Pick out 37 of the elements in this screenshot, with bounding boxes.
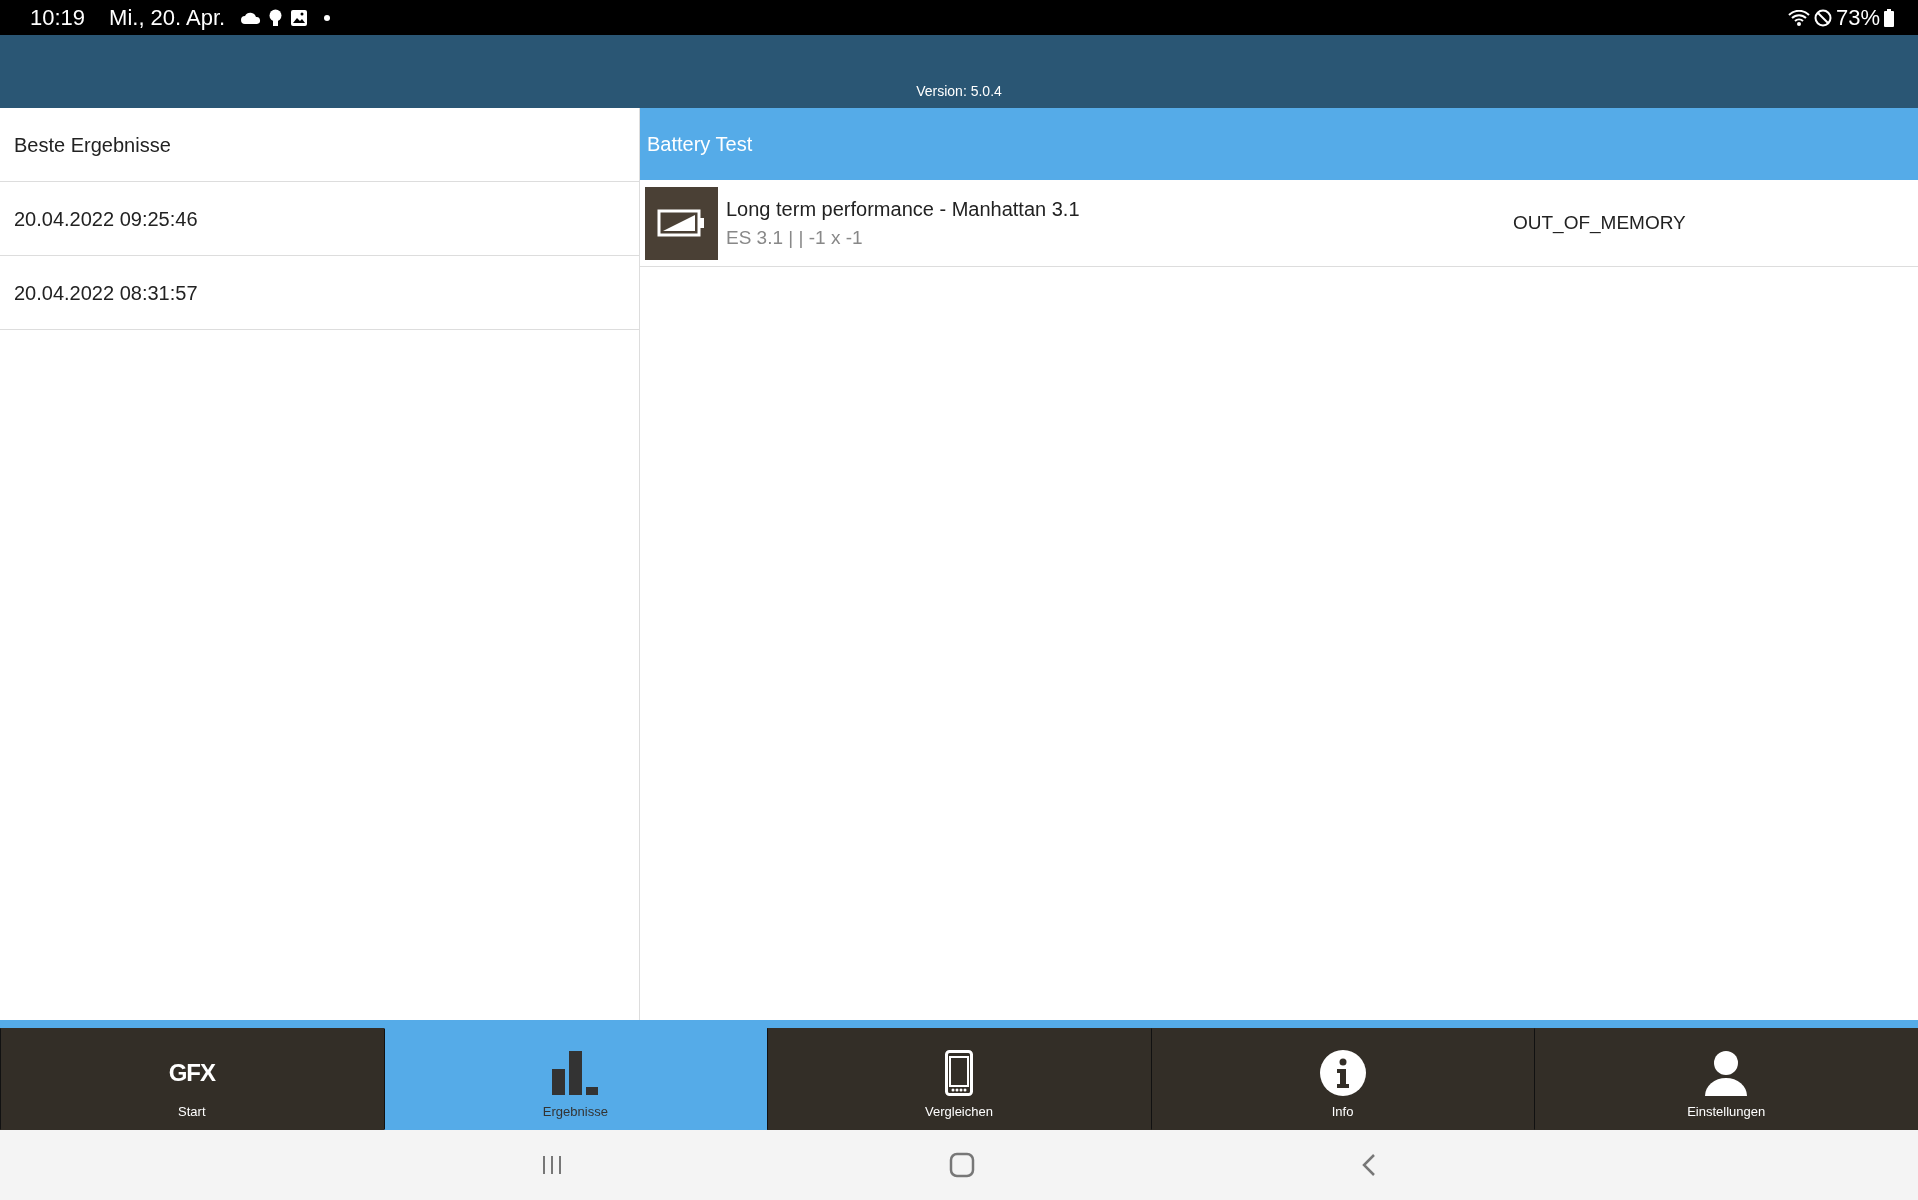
clock: 10:19 — [30, 4, 86, 32]
tab[interactable]: GFX Start — [0, 1028, 384, 1130]
bar-chart-icon — [552, 1051, 599, 1095]
result-list-item[interactable]: 20.04.2022 09:25:46 — [0, 182, 639, 256]
back-button[interactable] — [1361, 1153, 1377, 1177]
logo-text: GFX — [168, 1061, 215, 1085]
date: Mi., 20. Apr. — [109, 4, 226, 32]
tab-label: Einstellungen — [1687, 1102, 1766, 1121]
section-title: Battery Test — [647, 132, 753, 157]
blocked-icon — [1813, 8, 1832, 27]
test-result: OUT_OF_MEMORY — [1513, 210, 1687, 236]
tab-label: Start — [178, 1102, 206, 1121]
tab[interactable]: Ergebnisse — [383, 1028, 768, 1130]
version-label: Version: 5.0.4 — [916, 82, 1002, 101]
result-list-item[interactable]: 20.04.2022 08:31:57 — [0, 256, 639, 330]
lightbulb-icon — [269, 8, 283, 27]
dot-icon — [324, 14, 331, 21]
tab[interactable]: Einstellungen — [1534, 1028, 1918, 1130]
tab-label: Ergebnisse — [542, 1102, 608, 1121]
tab[interactable]: Info — [1150, 1028, 1535, 1130]
info-icon — [1319, 1050, 1366, 1096]
battery-percent: 73% — [1835, 4, 1880, 32]
tab-label: Vergleichen — [925, 1102, 993, 1121]
phone-icon — [945, 1050, 973, 1096]
person-icon — [1705, 1050, 1748, 1096]
result-list-item[interactable]: Beste Ergebnisse — [0, 108, 639, 182]
recent-apps-button[interactable] — [541, 1154, 563, 1176]
tab[interactable]: Vergleichen — [767, 1028, 1151, 1130]
cloud-icon — [241, 11, 262, 24]
wifi-icon — [1787, 9, 1810, 26]
battery-icon — [1884, 8, 1894, 27]
test-info: ES 3.1 | | -1 x -1 — [726, 225, 864, 250]
tab-label: Info — [1331, 1102, 1354, 1121]
image-icon — [290, 8, 309, 27]
home-button[interactable] — [949, 1152, 975, 1178]
test-name: Long term performance - Manhattan 3.1 — [726, 196, 1081, 222]
battery-icon — [656, 209, 707, 237]
